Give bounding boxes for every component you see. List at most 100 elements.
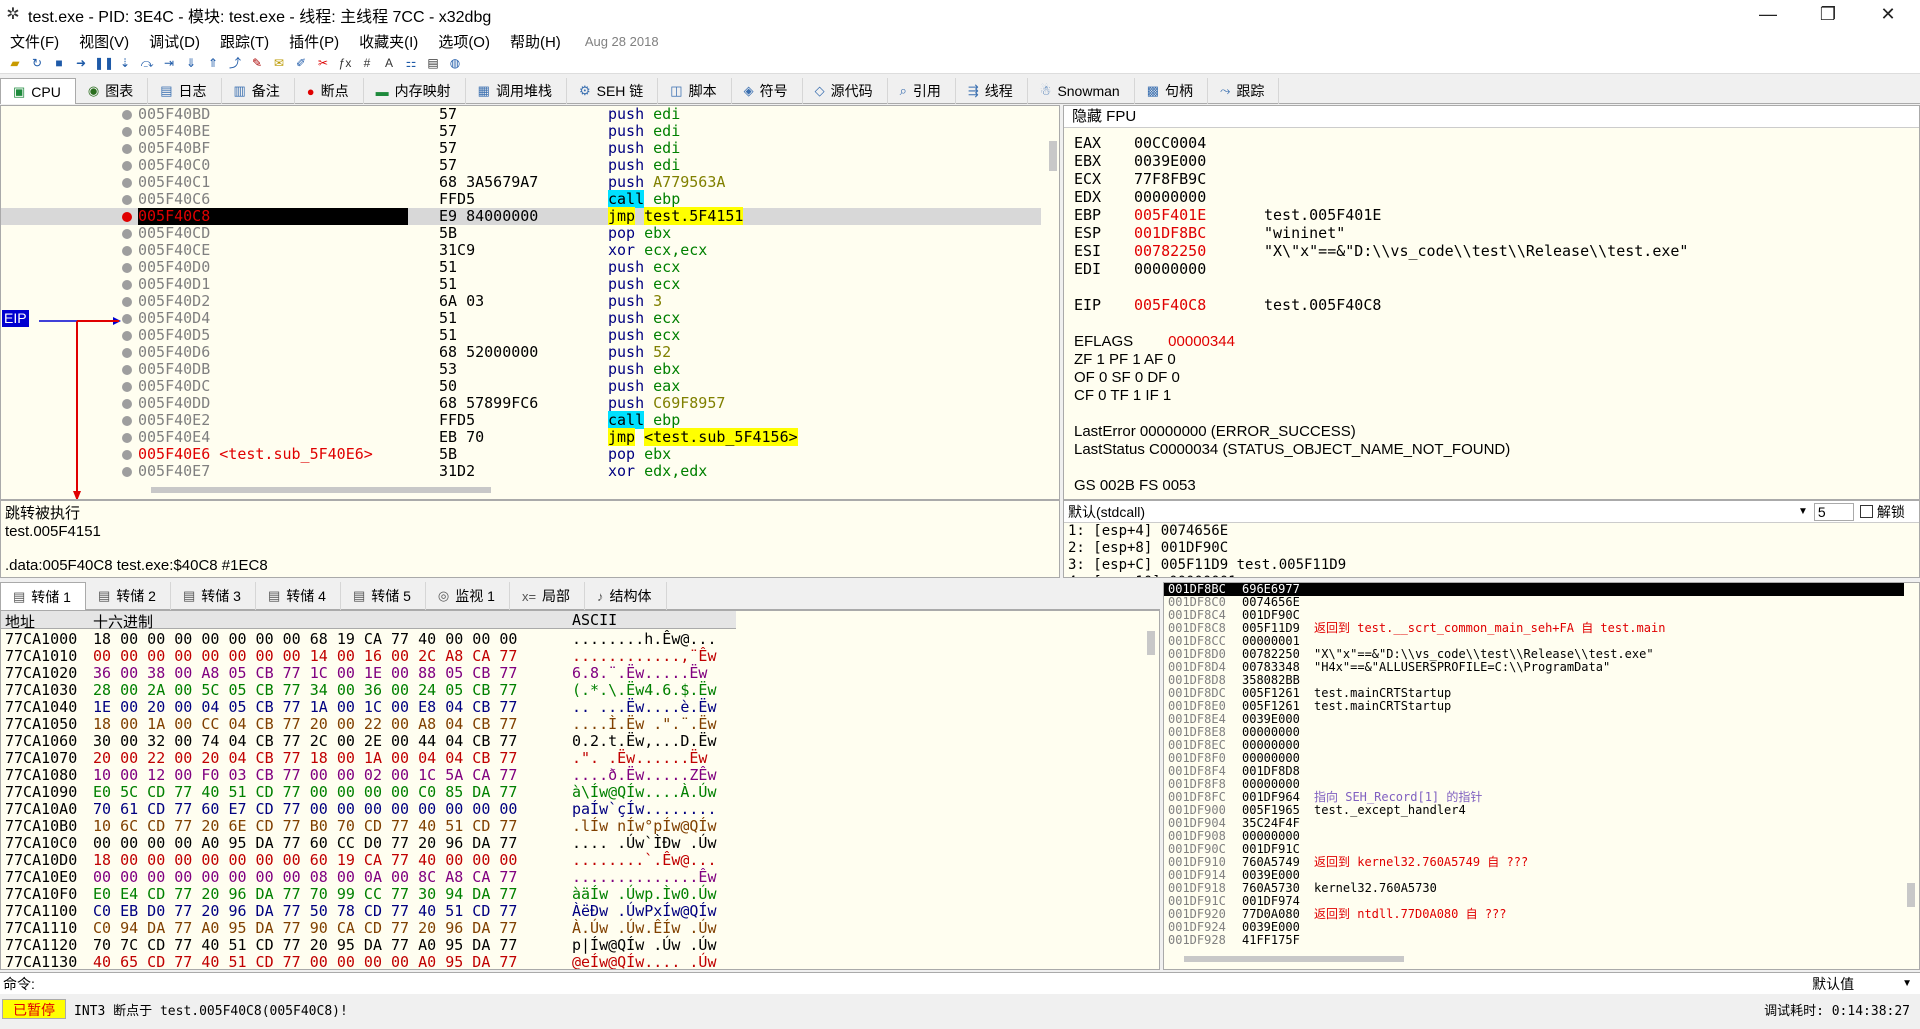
disasm-row[interactable]: 005F40E4 EB 70 jmp <test.sub_5F4156> bbox=[1, 428, 1041, 446]
register-row-ecx[interactable]: ECX 77F8FB9C bbox=[1074, 170, 1264, 188]
tab-callstack[interactable]: ▦ 调用堆栈 bbox=[466, 78, 567, 104]
disasm-row[interactable]: 005F40DB 53 push ebx bbox=[1, 361, 1041, 378]
register-value[interactable]: 00000000 bbox=[1134, 260, 1264, 278]
breakpoint-dot-icon[interactable] bbox=[122, 212, 132, 222]
registers-pane[interactable]: 隐藏 FPU EAX 00CC0004 EBX 0039E000 ECX 77F8FB9C… bbox=[1063, 105, 1920, 500]
hash-icon[interactable]: # bbox=[358, 54, 376, 72]
tab-handles[interactable]: ▩ 句柄 bbox=[1135, 78, 1208, 104]
disasm-row[interactable]: 005F40D2 6A 03 push 3 bbox=[1, 293, 1041, 310]
menu-favourites[interactable]: 收藏夹(I) bbox=[349, 31, 428, 52]
run-icon[interactable]: ➜ bbox=[72, 54, 90, 72]
register-value[interactable]: 0039E000 bbox=[1134, 152, 1264, 170]
register-value[interactable]: 00782250 bbox=[1134, 242, 1264, 260]
breakpoint-dot-icon[interactable] bbox=[122, 127, 132, 137]
breakpoint-dot-icon[interactable] bbox=[122, 467, 132, 477]
disasm-row[interactable]: 005F40CE 31C9 xor ecx,ecx bbox=[1, 242, 1041, 259]
register-value[interactable]: 005F401E bbox=[1134, 206, 1264, 224]
tab-dump-1[interactable]: ▤ 转储 1 bbox=[0, 582, 86, 610]
menu-view[interactable]: 视图(V) bbox=[69, 31, 139, 52]
tab-dump-5[interactable]: ▤ 转储 5 bbox=[341, 582, 426, 610]
tab-dump-6[interactable]: ◎ 监视 1 bbox=[426, 582, 510, 610]
pause-icon[interactable]: ❚❚ bbox=[94, 54, 114, 72]
tab-memory-map[interactable]: ▬ 内存映射 bbox=[364, 78, 466, 104]
breakpoint-dot-icon[interactable] bbox=[122, 144, 132, 154]
dump-vscrollbar[interactable] bbox=[1147, 631, 1155, 655]
run-to-user-code-icon[interactable]: ⤴ bbox=[226, 54, 244, 72]
disasm-row[interactable]: 005F40DD 68 57899FC6 push C69F8957 bbox=[1, 395, 1041, 412]
disasm-row[interactable]: 005F40D1 51 push ecx bbox=[1, 276, 1041, 293]
trace-into-icon[interactable]: ⇓ bbox=[182, 54, 200, 72]
command-mode-select[interactable]: 默认值 bbox=[1812, 974, 1902, 994]
comment-icon[interactable]: ✉ bbox=[270, 54, 288, 72]
stop-icon[interactable]: ■ bbox=[50, 54, 68, 72]
open-icon[interactable]: ▰ bbox=[6, 54, 24, 72]
register-row-ebx[interactable]: EBX 0039E000 bbox=[1074, 152, 1264, 170]
tab-dump-8[interactable]: ♪ 结构体 bbox=[585, 582, 667, 610]
disasm-row[interactable]: 005F40DC 50 push eax bbox=[1, 378, 1041, 395]
disasm-row[interactable]: 005F40D5 51 push ecx bbox=[1, 327, 1041, 344]
tab-dump-7[interactable]: x= 局部 bbox=[510, 582, 586, 610]
breakpoint-dot-icon[interactable] bbox=[122, 246, 132, 256]
arg-count-stepper[interactable]: 5 bbox=[1813, 502, 1854, 521]
breakpoint-dot-icon[interactable] bbox=[122, 161, 132, 171]
disasm-row[interactable]: 005F40C6 FFD5 call ebp bbox=[1, 190, 1041, 208]
stack-vscrollbar[interactable] bbox=[1907, 883, 1915, 907]
menu-help[interactable]: 帮助(H) bbox=[500, 31, 571, 52]
disasm-row[interactable]: 005F40C0 57 push edi bbox=[1, 157, 1041, 174]
register-row-ebp[interactable]: EBP 005F401E test.005F401E bbox=[1074, 206, 1381, 224]
breakpoint-dot-icon[interactable] bbox=[122, 382, 132, 392]
register-value[interactable]: 00CC0004 bbox=[1134, 134, 1264, 152]
disasm-row[interactable]: 005F40E7 31D2 xor edx,edx bbox=[1, 463, 1041, 480]
patch-icon[interactable]: ✎ bbox=[248, 54, 266, 72]
breakpoint-dot-icon[interactable] bbox=[122, 399, 132, 409]
breakpoint-dot-icon[interactable] bbox=[122, 314, 132, 324]
chevron-down-icon[interactable]: ▼ bbox=[1798, 506, 1808, 517]
disasm-row[interactable]: 005F40BE 57 push edi bbox=[1, 123, 1041, 140]
command-input[interactable] bbox=[41, 975, 1806, 993]
tab-source[interactable]: ◇ 源代码 bbox=[803, 78, 888, 104]
register-value[interactable]: 00000000 bbox=[1134, 188, 1264, 206]
tab-notes[interactable]: ▥ 备注 bbox=[222, 78, 295, 104]
breakpoint-dot-icon[interactable] bbox=[122, 348, 132, 358]
close-icon[interactable]: ✕ bbox=[1860, 0, 1916, 30]
breakpoint-dot-icon[interactable] bbox=[122, 229, 132, 239]
tab-breakpoint[interactable]: ● 断点 bbox=[295, 78, 364, 104]
breakpoint-dot-icon[interactable] bbox=[122, 331, 132, 341]
step-over-icon[interactable]: ⤼ bbox=[138, 54, 156, 72]
menu-file[interactable]: 文件(F) bbox=[0, 31, 69, 52]
tab-dump-2[interactable]: ▤ 转储 2 bbox=[86, 582, 171, 610]
register-row-edx[interactable]: EDX 00000000 bbox=[1074, 188, 1264, 206]
tab-threads[interactable]: ⇶ 线程 bbox=[956, 78, 1028, 104]
disasm-row[interactable]: 005F40C1 68 3A5679A7 push A779563A bbox=[1, 174, 1041, 191]
menu-trace[interactable]: 跟踪(T) bbox=[210, 31, 279, 52]
tab-script[interactable]: ◫ 脚本 bbox=[658, 78, 732, 104]
eflags-value[interactable]: 00000344 bbox=[1168, 333, 1235, 350]
restore-icon[interactable]: ❐ bbox=[1800, 0, 1856, 30]
breakpoint-dot-icon[interactable] bbox=[122, 450, 132, 460]
breakpoint-dot-icon[interactable] bbox=[122, 263, 132, 273]
unlock-checkbox[interactable] bbox=[1859, 505, 1873, 518]
globe-icon[interactable]: ◍ bbox=[446, 54, 464, 72]
stack-row[interactable]: 001DF928 41FF175F bbox=[1164, 934, 1904, 947]
execute-till-return-icon[interactable]: ⇑ bbox=[204, 54, 222, 72]
label-icon[interactable]: ✐ bbox=[292, 54, 310, 72]
menu-plugins[interactable]: 插件(P) bbox=[279, 31, 349, 52]
font-icon[interactable]: A bbox=[380, 54, 398, 72]
breakpoint-dot-icon[interactable] bbox=[122, 280, 132, 290]
dump-pane[interactable]: 地址 十六进制 ASCII 77CA1000 18 00 00 00 00 00 … bbox=[0, 610, 1160, 970]
register-row-esi[interactable]: ESI 00782250 "X\"x"==&"D:\\vs_code\\test\\… bbox=[1074, 242, 1688, 260]
animate-icon[interactable]: ⇥ bbox=[160, 54, 178, 72]
disasm-row[interactable]: 005F40D0 51 push ecx bbox=[1, 259, 1041, 276]
register-row-eip[interactable]: EIP 005F40C8 test.005F40C8 bbox=[1074, 296, 1381, 314]
register-value[interactable]: 77F8FB9C bbox=[1134, 170, 1264, 188]
disasm-row[interactable]: 005F40D6 68 52000000 push 52 bbox=[1, 344, 1041, 361]
register-value[interactable]: 001DF8BC bbox=[1134, 224, 1264, 242]
fpu-toggle[interactable]: 隐藏 FPU bbox=[1064, 106, 1919, 128]
disasm-vscrollbar[interactable] bbox=[1049, 141, 1057, 171]
tab-cpu[interactable]: ▣ CPU bbox=[0, 78, 76, 104]
breakpoint-dot-icon[interactable] bbox=[122, 178, 132, 188]
tab-seh[interactable]: ⚙ SEH 链 bbox=[567, 78, 659, 104]
chevron-down-icon[interactable]: ▼ bbox=[1902, 978, 1912, 989]
tab-trace[interactable]: ⤳ 跟踪 bbox=[1208, 78, 1280, 104]
tab-graph[interactable]: ◉ 图表 bbox=[76, 78, 149, 104]
